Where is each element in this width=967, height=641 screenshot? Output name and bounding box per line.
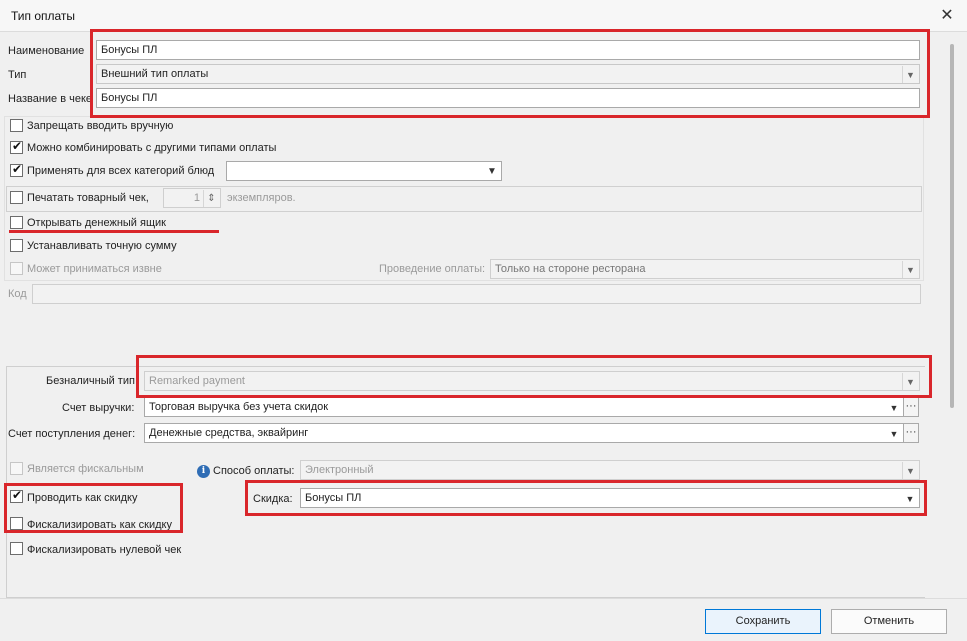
bottom-bar [0, 598, 967, 641]
highlight-box-cashless-type [136, 355, 932, 398]
exact-sum-checkbox[interactable] [10, 239, 23, 252]
save-button[interactable]: Сохранить [705, 609, 821, 634]
title-bar [0, 0, 967, 32]
money-account-label: Счет поступления денег: [8, 428, 136, 440]
copies-suffix: экземпляров. [227, 192, 296, 204]
payment-processing-value: Только на стороне ресторана [495, 263, 646, 275]
revenue-account-label: Счет выручки: [62, 402, 135, 414]
copies-value: 1 [193, 192, 200, 204]
payment-method-value: Электронный [305, 464, 374, 476]
highlight-box-top-fields [90, 29, 930, 118]
accept-external-label: Может приниматься извне [27, 263, 162, 275]
type-label: Тип [8, 69, 27, 81]
revenue-account-select[interactable]: Торговая выручка без учета скидок ▼ [144, 397, 904, 417]
money-account-ellipsis-button[interactable]: ··· [903, 423, 919, 443]
can-combine-checkbox[interactable]: ✔ [10, 139, 23, 154]
apply-all-categories-label: Применять для всех категорий блюд [27, 165, 215, 177]
cancel-button[interactable]: Отменить [831, 609, 947, 634]
revenue-account-ellipsis-button[interactable]: ··· [903, 397, 919, 417]
chevron-down-icon[interactable]: ▼ [484, 163, 500, 180]
highlight-box-discount-field [245, 480, 927, 516]
apply-all-categories-checkbox[interactable]: ✔ [10, 162, 23, 177]
check-icon: ✔ [12, 162, 23, 176]
fiscalize-zero-checkbox[interactable] [10, 542, 23, 555]
highlight-box-discount-options [4, 483, 183, 533]
can-combine-label: Можно комбинировать с другими типами опл… [27, 142, 277, 154]
code-input[interactable] [32, 284, 921, 304]
scrollbar-thumb[interactable] [950, 44, 954, 408]
payment-processing-label: Проведение оплаты: [379, 263, 486, 275]
cashless-type-label: Безналичный тип: [46, 375, 139, 387]
highlight-underline [9, 230, 219, 233]
payment-method-label: Способ оплаты: [213, 465, 295, 477]
categories-select[interactable]: ▼ [226, 161, 502, 181]
is-fiscal-checkbox[interactable] [10, 462, 23, 475]
payment-processing-select[interactable]: Только на стороне ресторана ▼ [490, 259, 920, 279]
is-fiscal-label: Является фискальным [27, 463, 144, 475]
close-icon[interactable]: ✕ [936, 6, 958, 26]
revenue-account-value: Торговая выручка без учета скидок [149, 401, 329, 413]
money-account-value: Денежные средства, эквайринг [149, 427, 309, 439]
chevron-down-icon[interactable]: ▼ [886, 399, 902, 416]
money-account-select[interactable]: Денежные средства, эквайринг ▼ [144, 423, 904, 443]
exact-sum-label: Устанавливать точную сумму [27, 240, 177, 252]
forbid-manual-label: Запрещать вводить вручную [27, 120, 174, 132]
fiscalize-zero-label: Фискализировать нулевой чек [27, 544, 182, 556]
code-label: Код [8, 288, 27, 300]
receipt-name-label: Название в чеке [8, 93, 93, 105]
spin-icon[interactable]: ⇕ [203, 190, 219, 207]
forbid-manual-checkbox[interactable] [10, 119, 23, 132]
print-receipt-label: Печатать товарный чек, [27, 192, 149, 204]
payment-method-select[interactable]: Электронный ▼ [300, 460, 920, 480]
check-icon: ✔ [12, 139, 23, 153]
open-cash-drawer-checkbox[interactable] [10, 216, 23, 229]
accept-external-checkbox[interactable] [10, 262, 23, 275]
chevron-down-icon[interactable]: ▼ [886, 425, 902, 442]
chevron-down-icon[interactable]: ▼ [902, 462, 918, 479]
open-cash-drawer-label: Открывать денежный ящик [27, 217, 166, 229]
window-title: Тип оплаты [11, 9, 76, 23]
chevron-down-icon[interactable]: ▼ [902, 261, 918, 278]
print-receipt-checkbox[interactable] [10, 191, 23, 204]
copies-stepper[interactable]: 1 ⇕ [163, 188, 221, 208]
name-label: Наименование [8, 45, 85, 57]
info-icon[interactable]: i [197, 465, 210, 478]
